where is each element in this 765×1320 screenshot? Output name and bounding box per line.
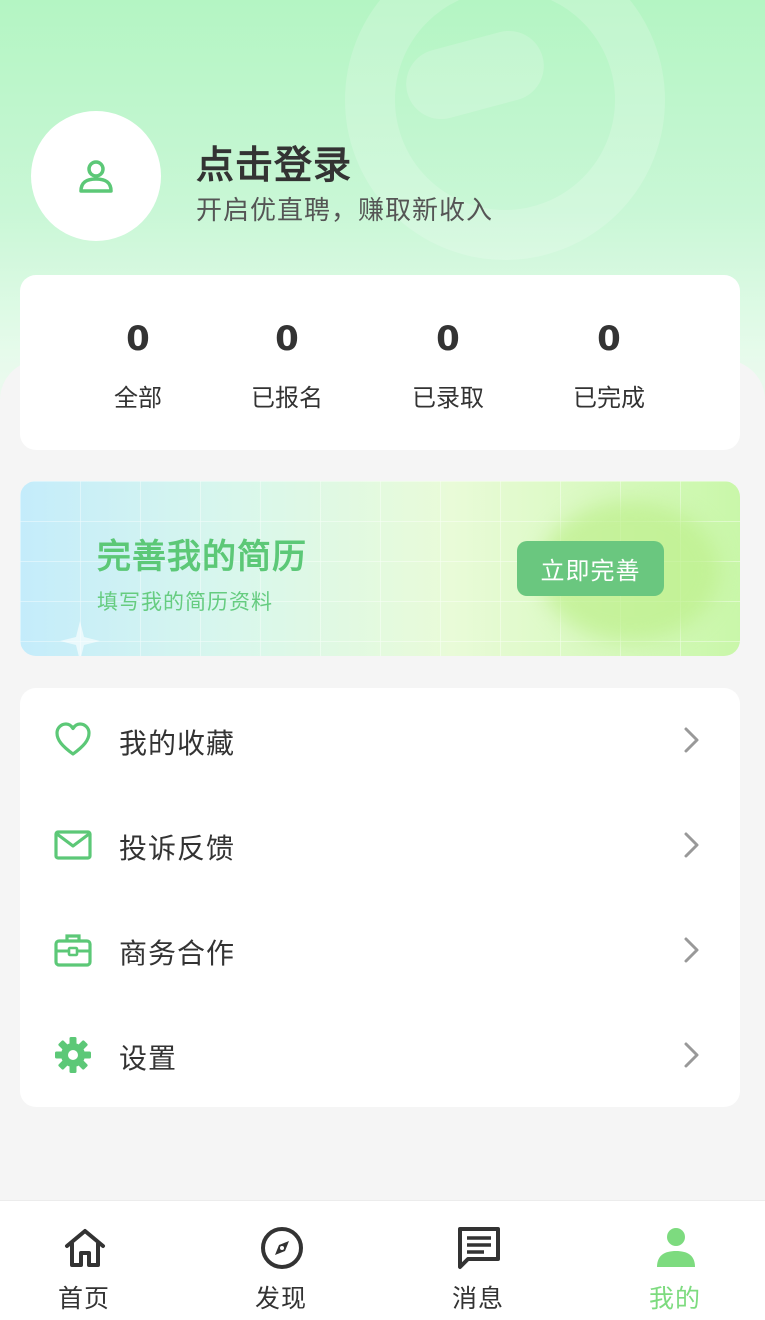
stat-label: 已报名 <box>251 384 323 412</box>
stat-value: 0 <box>126 319 150 359</box>
banner-subtitle: 填写我的简历资料 <box>97 590 273 614</box>
menu-item-favorites[interactable]: 我的收藏 <box>20 688 740 793</box>
stats-card: 0 全部 0 已报名 0 已录取 0 已完成 <box>20 275 740 450</box>
heart-icon <box>55 722 91 756</box>
menu-item-settings[interactable]: 设置 <box>20 1003 740 1108</box>
briefcase-icon <box>54 934 92 967</box>
chevron-right-icon <box>684 1042 699 1068</box>
tab-label: 我的 <box>648 1284 701 1313</box>
tab-discover[interactable]: 发现 <box>211 1201 351 1320</box>
avatar[interactable] <box>31 111 161 241</box>
menu-item-business[interactable]: 商务合作 <box>20 898 740 1003</box>
menu-item-label: 商务合作 <box>119 937 236 970</box>
tab-label: 发现 <box>254 1284 307 1313</box>
stat-label: 已录取 <box>412 384 484 412</box>
chevron-right-icon <box>684 937 699 963</box>
profile-page: 点击登录 开启优直聘，赚取新收入 0 全部 0 已报名 0 已录取 0 已完成 … <box>0 0 765 1320</box>
compass-icon <box>261 1227 303 1269</box>
mail-icon <box>54 830 92 860</box>
stat-value: 0 <box>436 319 460 359</box>
login-title[interactable]: 点击登录 <box>196 134 352 189</box>
tab-label: 消息 <box>451 1284 504 1313</box>
menu-item-label: 设置 <box>119 1042 178 1075</box>
tab-mine[interactable]: 我的 <box>605 1201 745 1320</box>
message-icon <box>458 1227 500 1269</box>
complete-resume-button[interactable]: 立即完善 <box>517 541 664 596</box>
resume-banner[interactable]: 完善我的简历 填写我的简历资料 立即完善 <box>20 481 740 656</box>
tab-messages[interactable]: 消息 <box>408 1201 548 1320</box>
menu-item-feedback[interactable]: 投诉反馈 <box>20 793 740 898</box>
gear-icon <box>55 1037 91 1073</box>
menu-item-label: 我的收藏 <box>119 727 236 760</box>
sparkle-icon <box>60 621 100 656</box>
menu-card: 我的收藏 投诉反馈 商务合作 设置 <box>20 688 740 1107</box>
stat-value: 0 <box>597 319 621 359</box>
chevron-right-icon <box>684 727 699 753</box>
home-icon <box>65 1229 105 1267</box>
stat-value: 0 <box>275 319 299 359</box>
user-icon <box>657 1228 695 1267</box>
menu-item-label: 投诉反馈 <box>119 832 236 865</box>
tab-home[interactable]: 首页 <box>14 1201 154 1320</box>
stat-label: 全部 <box>114 384 162 412</box>
tab-label: 首页 <box>57 1284 110 1313</box>
stat-label: 已完成 <box>573 384 645 412</box>
chevron-right-icon <box>684 832 699 858</box>
login-subtitle: 开启优直聘，赚取新收入 <box>196 196 494 226</box>
user-icon <box>79 160 113 193</box>
bottom-tab-bar: 首页 发现 消息 我的 <box>0 1200 765 1320</box>
banner-title: 完善我的简历 <box>97 537 307 577</box>
